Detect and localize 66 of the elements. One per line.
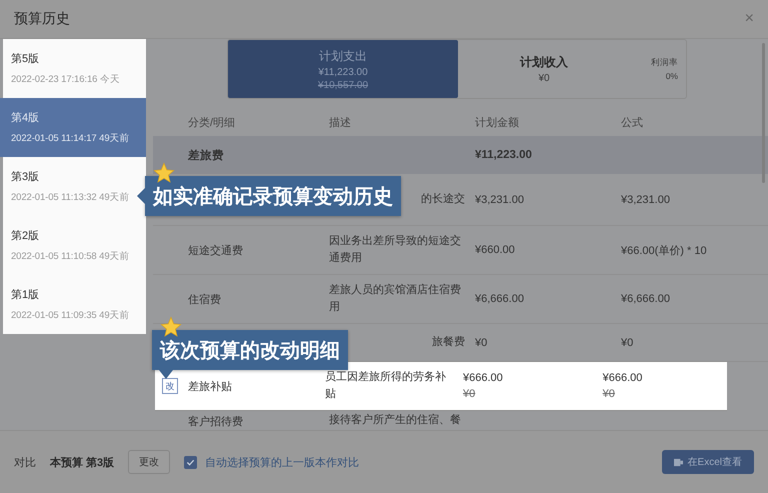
card-value: ¥0 [538, 73, 550, 84]
formula-cell: ¥6,666.00 [621, 293, 670, 305]
margin-label: 利润率 [651, 57, 678, 69]
version-time: 2022-01-05 11:13:32 49天前 [11, 191, 130, 204]
card-value: ¥11,223.00 [318, 66, 368, 78]
checkbox[interactable] [184, 456, 198, 468]
formula-cell: ¥3,231.00 [621, 194, 670, 206]
callout-text: 该次预算的改动明细 [160, 338, 340, 364]
column-header: 描述 [329, 116, 352, 130]
version-label: 第3版 [11, 170, 40, 184]
formula-cell-text: ¥66.00(单价) * 10 [621, 244, 707, 258]
card-title: 计划收入 [520, 54, 568, 71]
version-label: 第1版 [11, 288, 40, 302]
version-item[interactable]: 第1版 2022-01-05 11:09:35 49天前 [3, 275, 146, 334]
category-cell-text: 短途交通费 [188, 244, 243, 258]
version-time: 2022-02-23 17:16:16 今天 [11, 73, 121, 86]
column-header: 计划金额 [475, 116, 520, 130]
income-card[interactable]: 计划收入 ¥0 [458, 40, 630, 98]
dialog-title: 预算历史 [14, 10, 70, 28]
version-label: 第2版 [11, 229, 40, 243]
description-cell: 接待客户所产生的住宿、餐 [329, 414, 461, 428]
version-time: 2022-01-05 11:14:17 49天前 [11, 132, 130, 145]
formula-cell: ¥666.00 [602, 372, 642, 384]
version-item[interactable]: 第4版 2022-01-05 11:14:17 49天前 [0, 98, 146, 157]
changed-badge: 改 [162, 378, 178, 394]
description-cell-text: 因业务出差所导致的短途交通费用 [329, 234, 462, 266]
change-button[interactable]: 更改 [128, 450, 170, 474]
compare-label: 对比 [14, 456, 36, 470]
star-icon [153, 162, 175, 184]
excel-icon [674, 458, 683, 466]
card-title: 计划支出 [319, 48, 367, 64]
expense-card[interactable]: 计划支出 ¥11,223.00 ¥10,557.00 [228, 40, 458, 98]
check-icon [186, 458, 196, 466]
column-header: 公式 [621, 116, 644, 130]
description-cell-text: 员工因差旅所得的劳务补贴 [324, 370, 447, 402]
version-item[interactable]: 第5版 2022-02-23 17:16:16 今天 [3, 39, 146, 98]
checkbox-label: 自动选择预算的上一版本作对比 [205, 456, 360, 470]
version-item[interactable]: 第3版 2022-01-05 11:13:32 49天前 [3, 157, 146, 216]
formula-cell: ¥0 [621, 336, 634, 348]
version-item[interactable]: 第2版 2022-01-05 11:10:58 49天前 [3, 216, 146, 275]
amount-cell: ¥0 [475, 336, 488, 348]
previous-formula: ¥0 [602, 388, 615, 400]
group-name: 差旅费 [186, 148, 225, 162]
version-label: 第5版 [11, 52, 40, 66]
category-cell-text: 客户招待费 [188, 414, 243, 429]
description-cell-text: 的长途交 [421, 192, 465, 207]
amount-cell: ¥666.00 [462, 372, 503, 384]
previous-amount: ¥0 [462, 388, 476, 400]
version-time: 2022-01-05 11:09:35 49天前 [11, 309, 130, 322]
amount-cell: ¥6,666.00 [475, 293, 524, 305]
callout-text: 如实准确记录预算变动历史 [153, 184, 393, 210]
amount-cell: ¥3,231.00 [475, 194, 524, 206]
description-cell-text: 差旅人员的宾馆酒店住宿费用 [329, 282, 462, 315]
margin-value: 0% [666, 71, 678, 81]
version-label: 第4版 [11, 111, 40, 125]
star-icon [160, 316, 182, 338]
amount-cell: ¥660.00 [475, 244, 515, 256]
group-total: ¥11,223.00 [475, 149, 533, 161]
current-version: 本预算 第3版 [50, 456, 114, 470]
excel-button[interactable]: 在Excel查看 [662, 450, 754, 474]
category-cell-text: 差旅补贴 [188, 380, 232, 394]
version-time: 2022-01-05 11:10:58 49天前 [11, 250, 130, 263]
column-header: 分类/明细 [187, 116, 236, 130]
description-cell-text: 旅餐费 [432, 334, 465, 350]
previous-value: ¥10,557.00 [318, 80, 368, 90]
category-cell-text: 住宿费 [188, 292, 221, 306]
